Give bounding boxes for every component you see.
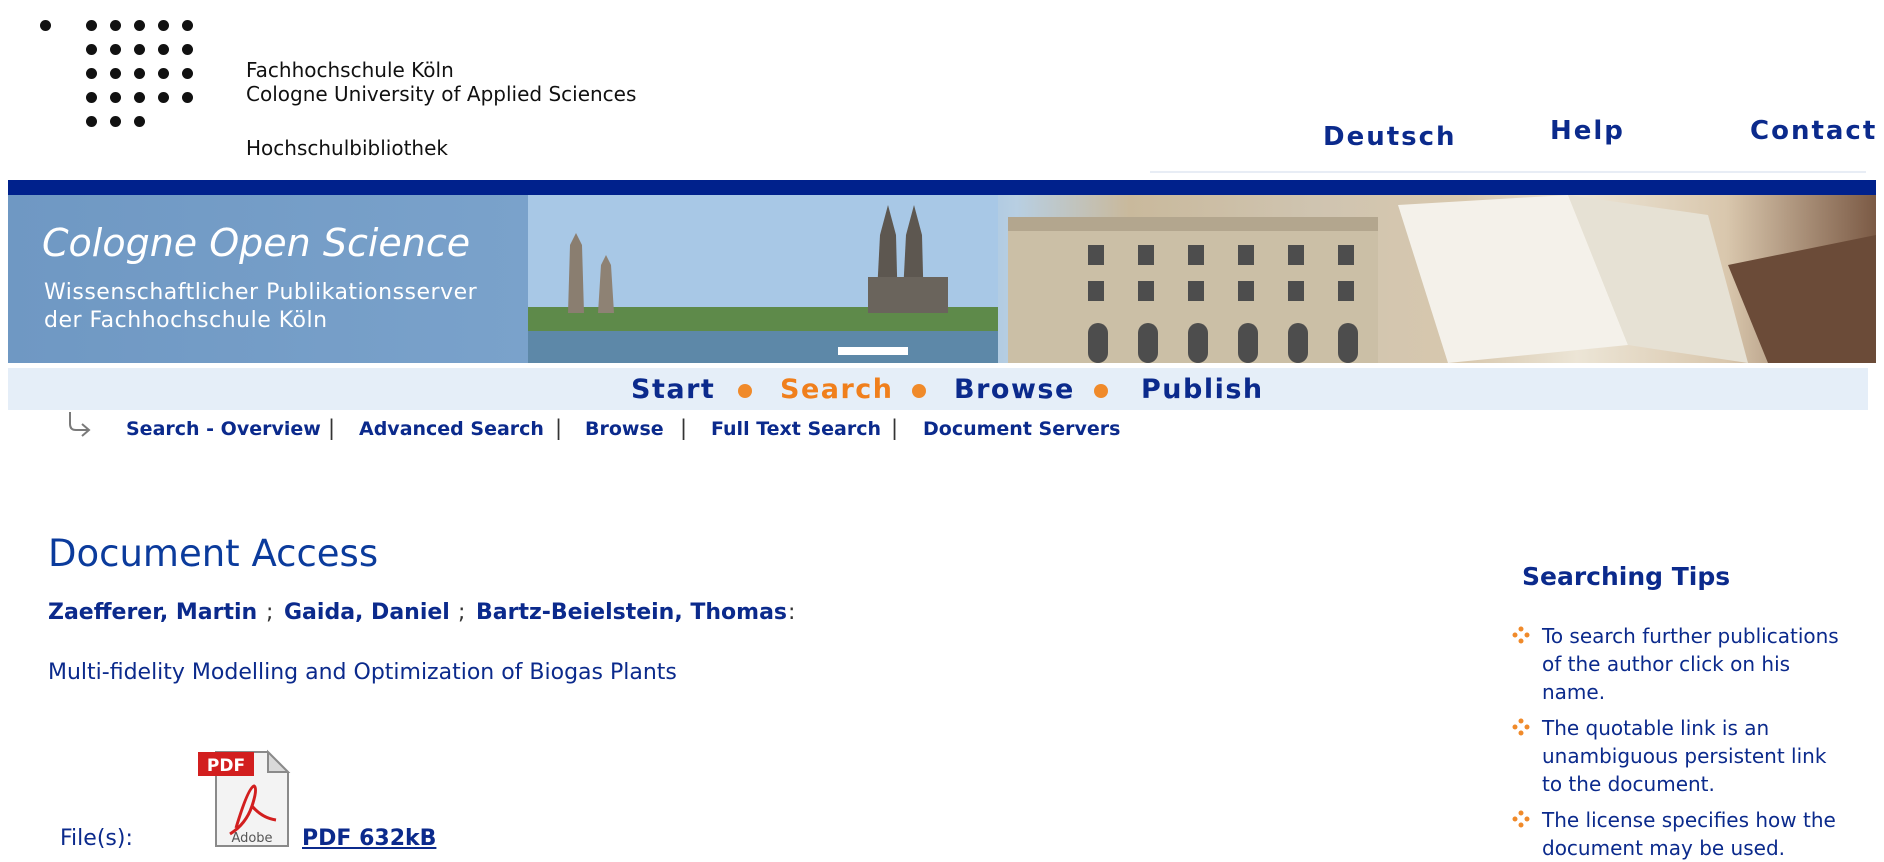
page-title: Document Access [48,532,379,575]
subnav-separator: | [891,416,899,440]
pdf-icon-label: PDF [207,756,245,776]
subnav-full-text-search[interactable]: Full Text Search [711,418,881,440]
nav-separator-dot [1094,384,1108,398]
help-link[interactable]: Help [1550,116,1625,146]
banner-subtitle-line2: der Fachhochschule Köln [44,308,328,333]
institution-name-en: Cologne University of Applied Sciences [246,82,637,106]
nav-publish[interactable]: Publish [1141,374,1264,405]
nav-browse[interactable]: Browse [954,374,1075,405]
document-title: Multi-fidelity Modelling and Optimizatio… [48,660,677,685]
banner-image: Cologne Open Science Wissenschaftlicher … [8,195,1876,363]
subnav-separator: | [328,416,336,440]
institution-name-de: Fachhochschule Köln [246,58,454,82]
nav-separator-dot [738,384,752,398]
author-link[interactable]: Zaefferer, Martin [48,600,257,625]
subnav-separator: | [680,416,688,440]
author-separator: ; [458,600,466,625]
nav-search[interactable]: Search [780,374,894,405]
banner-top-bar [8,180,1876,195]
author-separator: : [788,600,796,625]
tip-bullet-icon [1512,626,1530,644]
searching-tips-title: Searching Tips [1522,562,1731,591]
submenu-arrow-icon [69,412,91,437]
pdf-download-link[interactable]: PDF 632kB [302,826,436,851]
subnav-search-overview[interactable]: Search - Overview [126,418,321,440]
author-link[interactable]: Bartz-Beielstein, Thomas [476,600,787,625]
banner-subtitle-line1: Wissenschaftlicher Publikationsserver [44,280,478,305]
subnav-advanced-search[interactable]: Advanced Search [359,418,544,440]
nav-separator-dot [912,384,926,398]
tip-item: The license specifies how the document m… [1542,808,1836,860]
author-link[interactable]: Gaida, Daniel [284,600,450,625]
adobe-caption: Adobe [231,831,272,846]
header-divider [1150,171,1866,173]
tip-bullet-icon [1512,810,1530,828]
library-name: Hochschulbibliothek [246,136,448,160]
subnav-separator: | [555,416,563,440]
subnav-document-servers[interactable]: Document Servers [923,418,1120,440]
banner-title: Cologne Open Science [42,221,471,265]
language-link-deutsch[interactable]: Deutsch [1323,122,1457,152]
tip-item: The quotable link is an unambiguous pers… [1542,716,1827,796]
author-separator: ; [266,600,274,625]
nav-start[interactable]: Start [631,374,715,405]
tip-item: To search further publications of the au… [1542,624,1839,704]
tip-bullet-icon [1512,718,1530,736]
main-navigation: Start Search Browse Publish [8,368,1868,410]
files-label: File(s): [60,826,133,851]
pdf-file-icon[interactable]: PDF Adobe [196,748,292,850]
contact-link[interactable]: Contact [1750,116,1877,146]
subnav-browse[interactable]: Browse [585,418,664,440]
university-logo: Fachhochschule Köln Cologne University o… [30,12,654,168]
